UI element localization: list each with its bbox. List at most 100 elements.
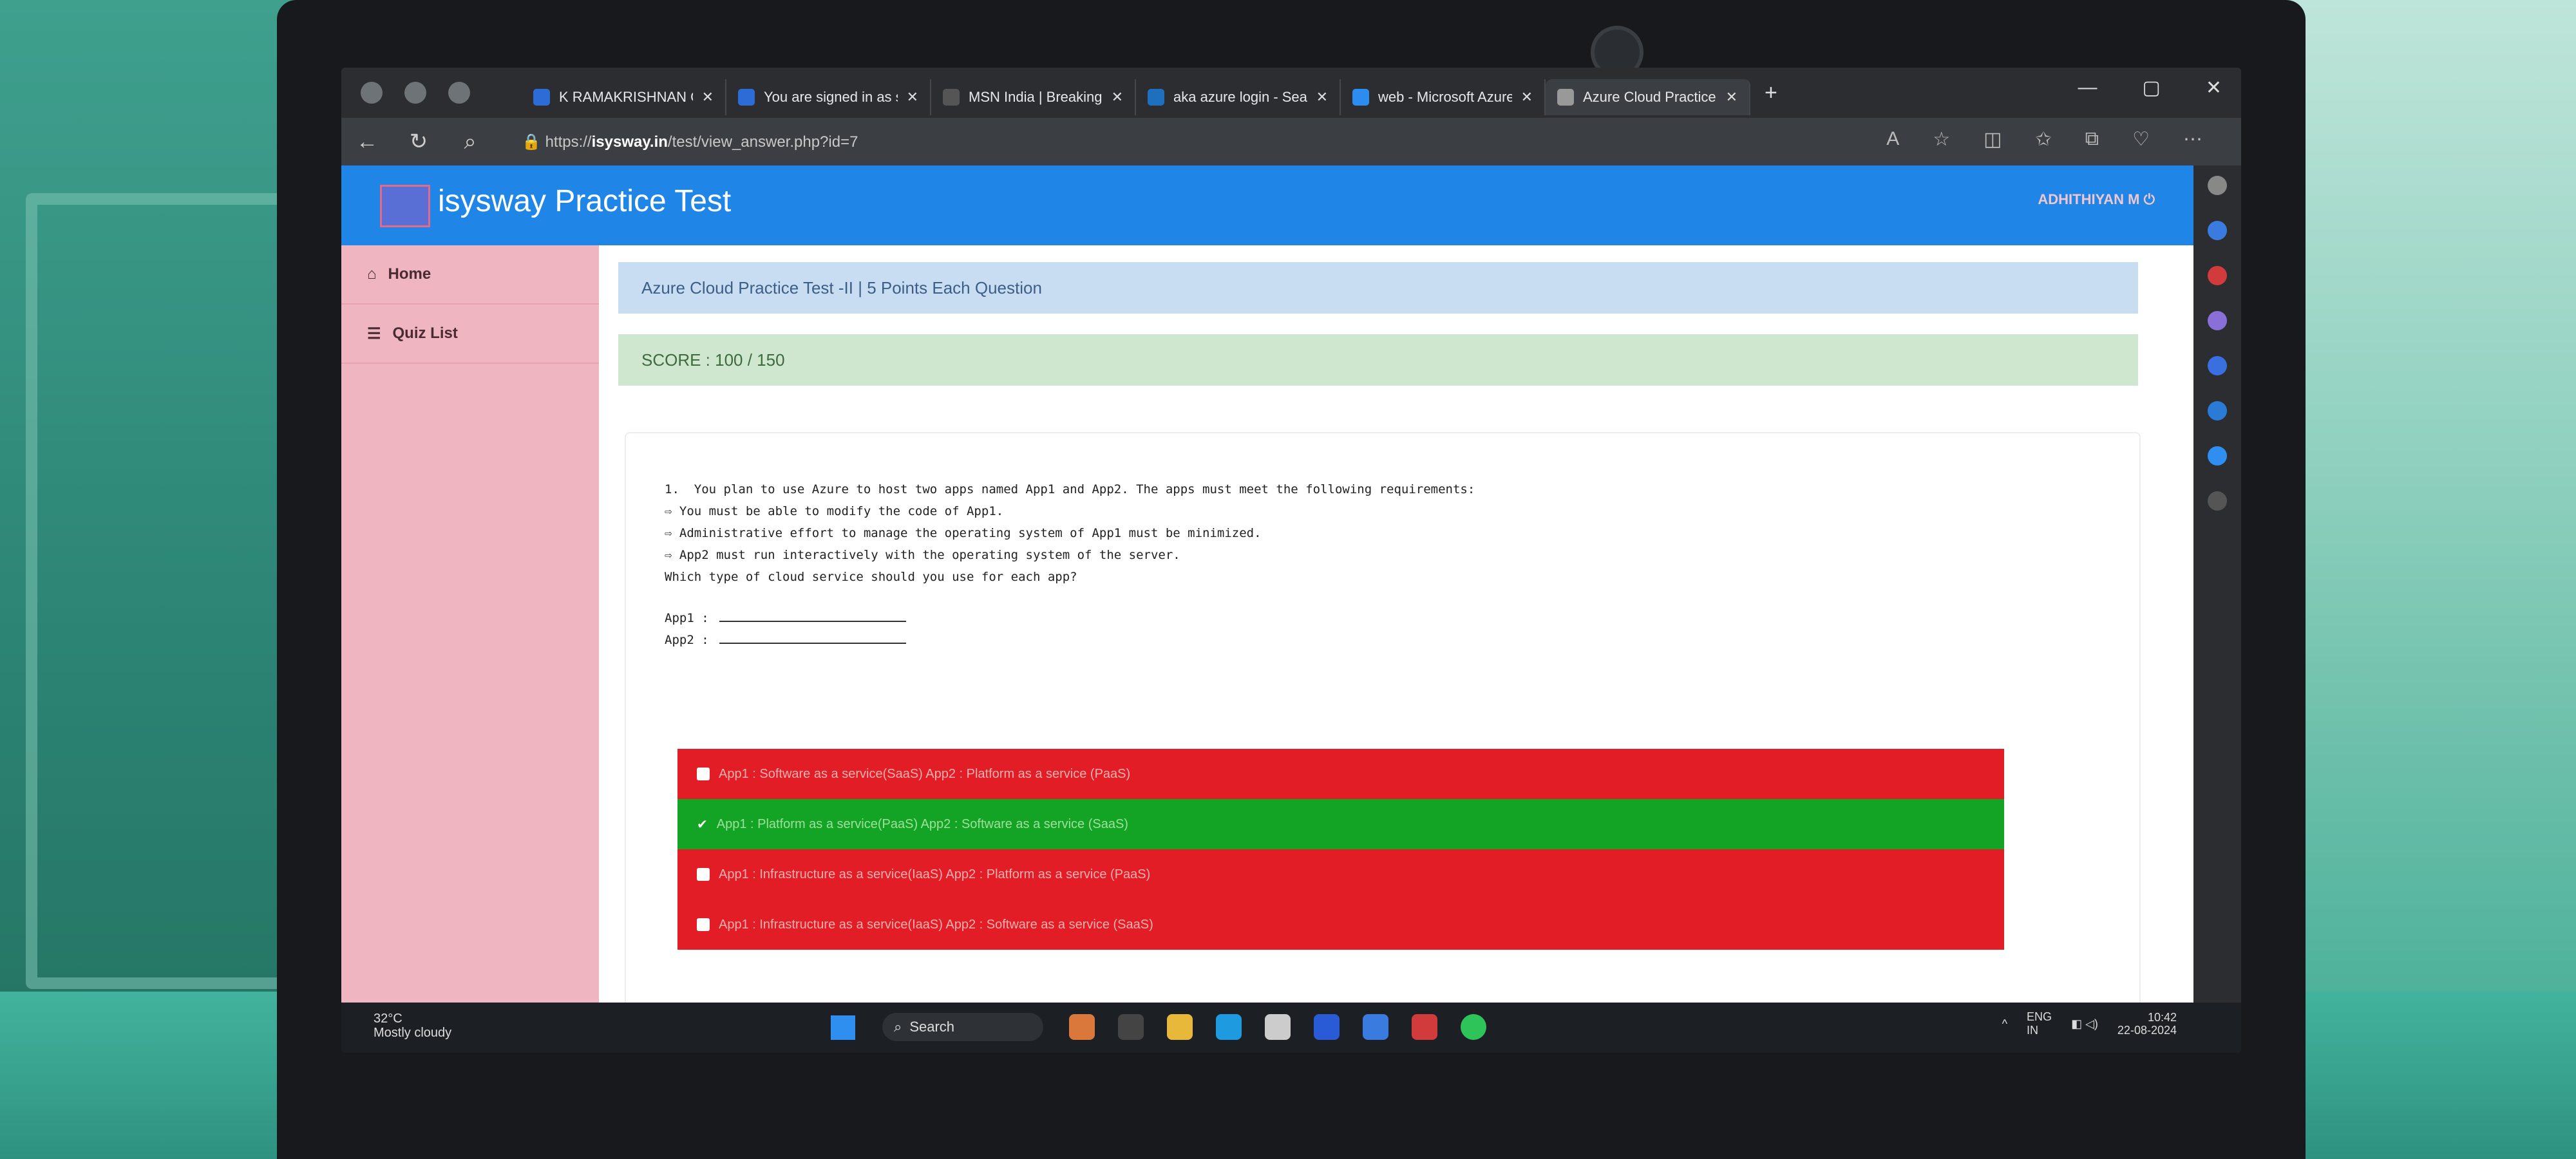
sidebar-search-icon[interactable] [2208,176,2227,195]
tab-actions [341,82,522,104]
taskbar-app-icon[interactable] [1314,1014,1340,1040]
home-icon: ⌂ [367,265,377,283]
tab-favicon-icon [1148,89,1164,106]
weather-widget[interactable]: 32°C Mostly cloudy [374,1012,451,1040]
taskbar-app-icon[interactable] [1363,1014,1388,1040]
sidebar-item-home[interactable]: ⌂ Home [341,245,599,305]
taskbar-app-icon[interactable] [1412,1014,1437,1040]
split-screen-icon[interactable]: ◫ [1984,128,2002,151]
sidebar-add-icon[interactable] [2208,491,2227,511]
language-indicator[interactable]: ENG IN [2027,1010,2052,1037]
workspaces-icon[interactable] [404,82,426,104]
file-explorer-icon[interactable] [1167,1014,1193,1040]
checkbox[interactable] [697,768,710,780]
list-icon: ☰ [367,325,381,343]
read-aloud-icon[interactable]: A [1886,128,1899,151]
tab-favicon-icon [738,89,755,106]
taskbar-app-icon[interactable] [1069,1014,1095,1040]
answer-option[interactable]: App1 : Infrastructure as a service(IaaS)… [677,900,2004,950]
tab-favicon-icon [533,89,550,106]
window-controls: — ▢ ✕ [2078,77,2222,99]
url-field[interactable]: 🔒 https://isysway.in/test/view_answer.ph… [522,133,858,151]
checkbox[interactable] [697,868,710,881]
more-menu-icon[interactable]: ⋯ [2183,128,2202,151]
quiz-title: Azure Cloud Practice Test -II | 5 Points… [618,262,2138,314]
sidebar-tag-icon[interactable] [2208,221,2227,240]
favorites-icon[interactable]: ✩ [2036,128,2052,151]
close-window-icon[interactable]: ✕ [2206,77,2222,99]
answer-options: App1 : Software as a service(SaaS) App2 … [677,749,2004,950]
browser-sidebar [2193,165,2241,1013]
check-icon[interactable]: ✔ [697,816,708,833]
tab-actions-icon[interactable] [448,82,470,104]
lock-icon: 🔒 [522,133,545,151]
collections-icon[interactable]: ⧉ [2085,128,2099,151]
new-tab-icon[interactable]: + [1765,80,1777,106]
close-tab-icon[interactable]: ✕ [1521,89,1533,106]
store-icon[interactable] [1265,1014,1291,1040]
close-tab-icon[interactable]: ✕ [1316,89,1328,106]
tab-favicon-icon [1352,89,1369,106]
taskbar-apps [1069,1014,1486,1040]
windows-taskbar: 32°C Mostly cloudy ⌕ Search ^ ENG IN ◧ ◁) 1… [341,1003,2241,1053]
taskbar-search[interactable]: ⌕ Search [882,1013,1043,1041]
address-bar-actions: A ☆ ◫ ✩ ⧉ ♡ ⋯ [1886,128,2202,151]
answer-blank-app2: App2 : [665,629,1475,651]
refresh-icon[interactable]: ↻ [393,129,444,155]
wall-panel [26,193,319,989]
search-icon[interactable]: ⌕ [444,129,496,155]
network-volume-battery-icon[interactable]: ◧ ◁) [2071,1017,2098,1031]
sidebar-office-icon[interactable] [2208,356,2227,375]
browser-tab[interactable]: web - Microsoft Azure ✕ [1341,79,1546,115]
question-card: 1. You plan to use Azure to host two app… [625,432,2141,1053]
back-icon[interactable]: ← [341,129,393,155]
laptop-screen: K RAMAKRISHNAN GRO✕ You are signed in as… [341,68,2241,1053]
browser-tab[interactable]: MSN India | Breaking Ne✕ [931,79,1136,115]
sidebar-item-quiz-list[interactable]: ☰ Quiz List [341,305,599,364]
close-tab-icon[interactable]: ✕ [1112,89,1123,106]
close-tab-icon[interactable]: ✕ [1726,89,1738,106]
browser-tab[interactable]: You are signed in as stu✕ [726,79,931,115]
system-tray: ^ ENG IN ◧ ◁) 10:42 22-08-2024 [2002,1010,2177,1037]
main-content: Azure Cloud Practice Test -II | 5 Points… [599,245,2193,1053]
clock[interactable]: 10:42 22-08-2024 [2117,1011,2177,1037]
power-icon: ⏻ [2143,191,2155,207]
site-sidebar: ⌂ Home ☰ Quiz List [341,245,599,1003]
close-tab-icon[interactable]: ✕ [702,89,714,106]
address-bar: ← ↻ ⌕ 🔒 https://isysway.in/test/view_ans… [341,118,2241,165]
site-header: isysway Practice Test ADHITHIYAN M ⏻ [341,165,2193,245]
sidebar-games-icon[interactable] [2208,311,2227,330]
answer-blank-app1: App1 : [665,607,1475,629]
sidebar-tools-icon[interactable] [2208,266,2227,285]
favorite-star-icon[interactable]: ☆ [1933,128,1950,151]
search-icon: ⌕ [894,1019,902,1035]
browser-tab-bar: K RAMAKRISHNAN GRO✕ You are signed in as… [341,68,2241,118]
tab-favicon-icon [1557,89,1574,106]
minimize-icon[interactable]: — [2078,77,2098,99]
close-tab-icon[interactable]: ✕ [907,89,918,106]
task-view-icon[interactable] [1118,1014,1144,1040]
site-brand[interactable]: isysway Practice Test [438,184,731,219]
start-button-icon[interactable] [831,1015,855,1040]
site-logo[interactable] [380,185,430,227]
browser-tab-active[interactable]: Azure Cloud Practice Te✕ [1546,79,1750,115]
profile-avatar-icon[interactable] [361,82,383,104]
answer-option-correct[interactable]: ✔ App1 : Platform as a service(PaaS) App2… [677,799,2004,849]
chevron-up-icon[interactable]: ^ [2002,1017,2007,1031]
user-menu[interactable]: ADHITHIYAN M ⏻ [2038,191,2155,208]
sidebar-send-icon[interactable] [2208,446,2227,466]
edge-icon[interactable] [1216,1014,1242,1040]
answer-option[interactable]: App1 : Infrastructure as a service(IaaS)… [677,849,2004,900]
browser-tab[interactable]: K RAMAKRISHNAN GRO✕ [522,79,726,115]
browser-tab[interactable]: aka azure login - Search✕ [1136,79,1341,115]
checkbox[interactable] [697,918,710,931]
web-page: isysway Practice Test ADHITHIYAN M ⏻ ⌂ Ho… [341,165,2193,1053]
browser-essentials-icon[interactable]: ♡ [2132,128,2150,151]
sidebar-outlook-icon[interactable] [2208,401,2227,420]
score-panel: SCORE : 100 / 150 [618,334,2138,386]
answer-option[interactable]: App1 : Software as a service(SaaS) App2 … [677,749,2004,799]
tab-favicon-icon [943,89,960,106]
spotify-icon[interactable] [1461,1014,1486,1040]
maximize-icon[interactable]: ▢ [2143,77,2161,99]
question-text: 1. You plan to use Azure to host two app… [665,478,1475,651]
